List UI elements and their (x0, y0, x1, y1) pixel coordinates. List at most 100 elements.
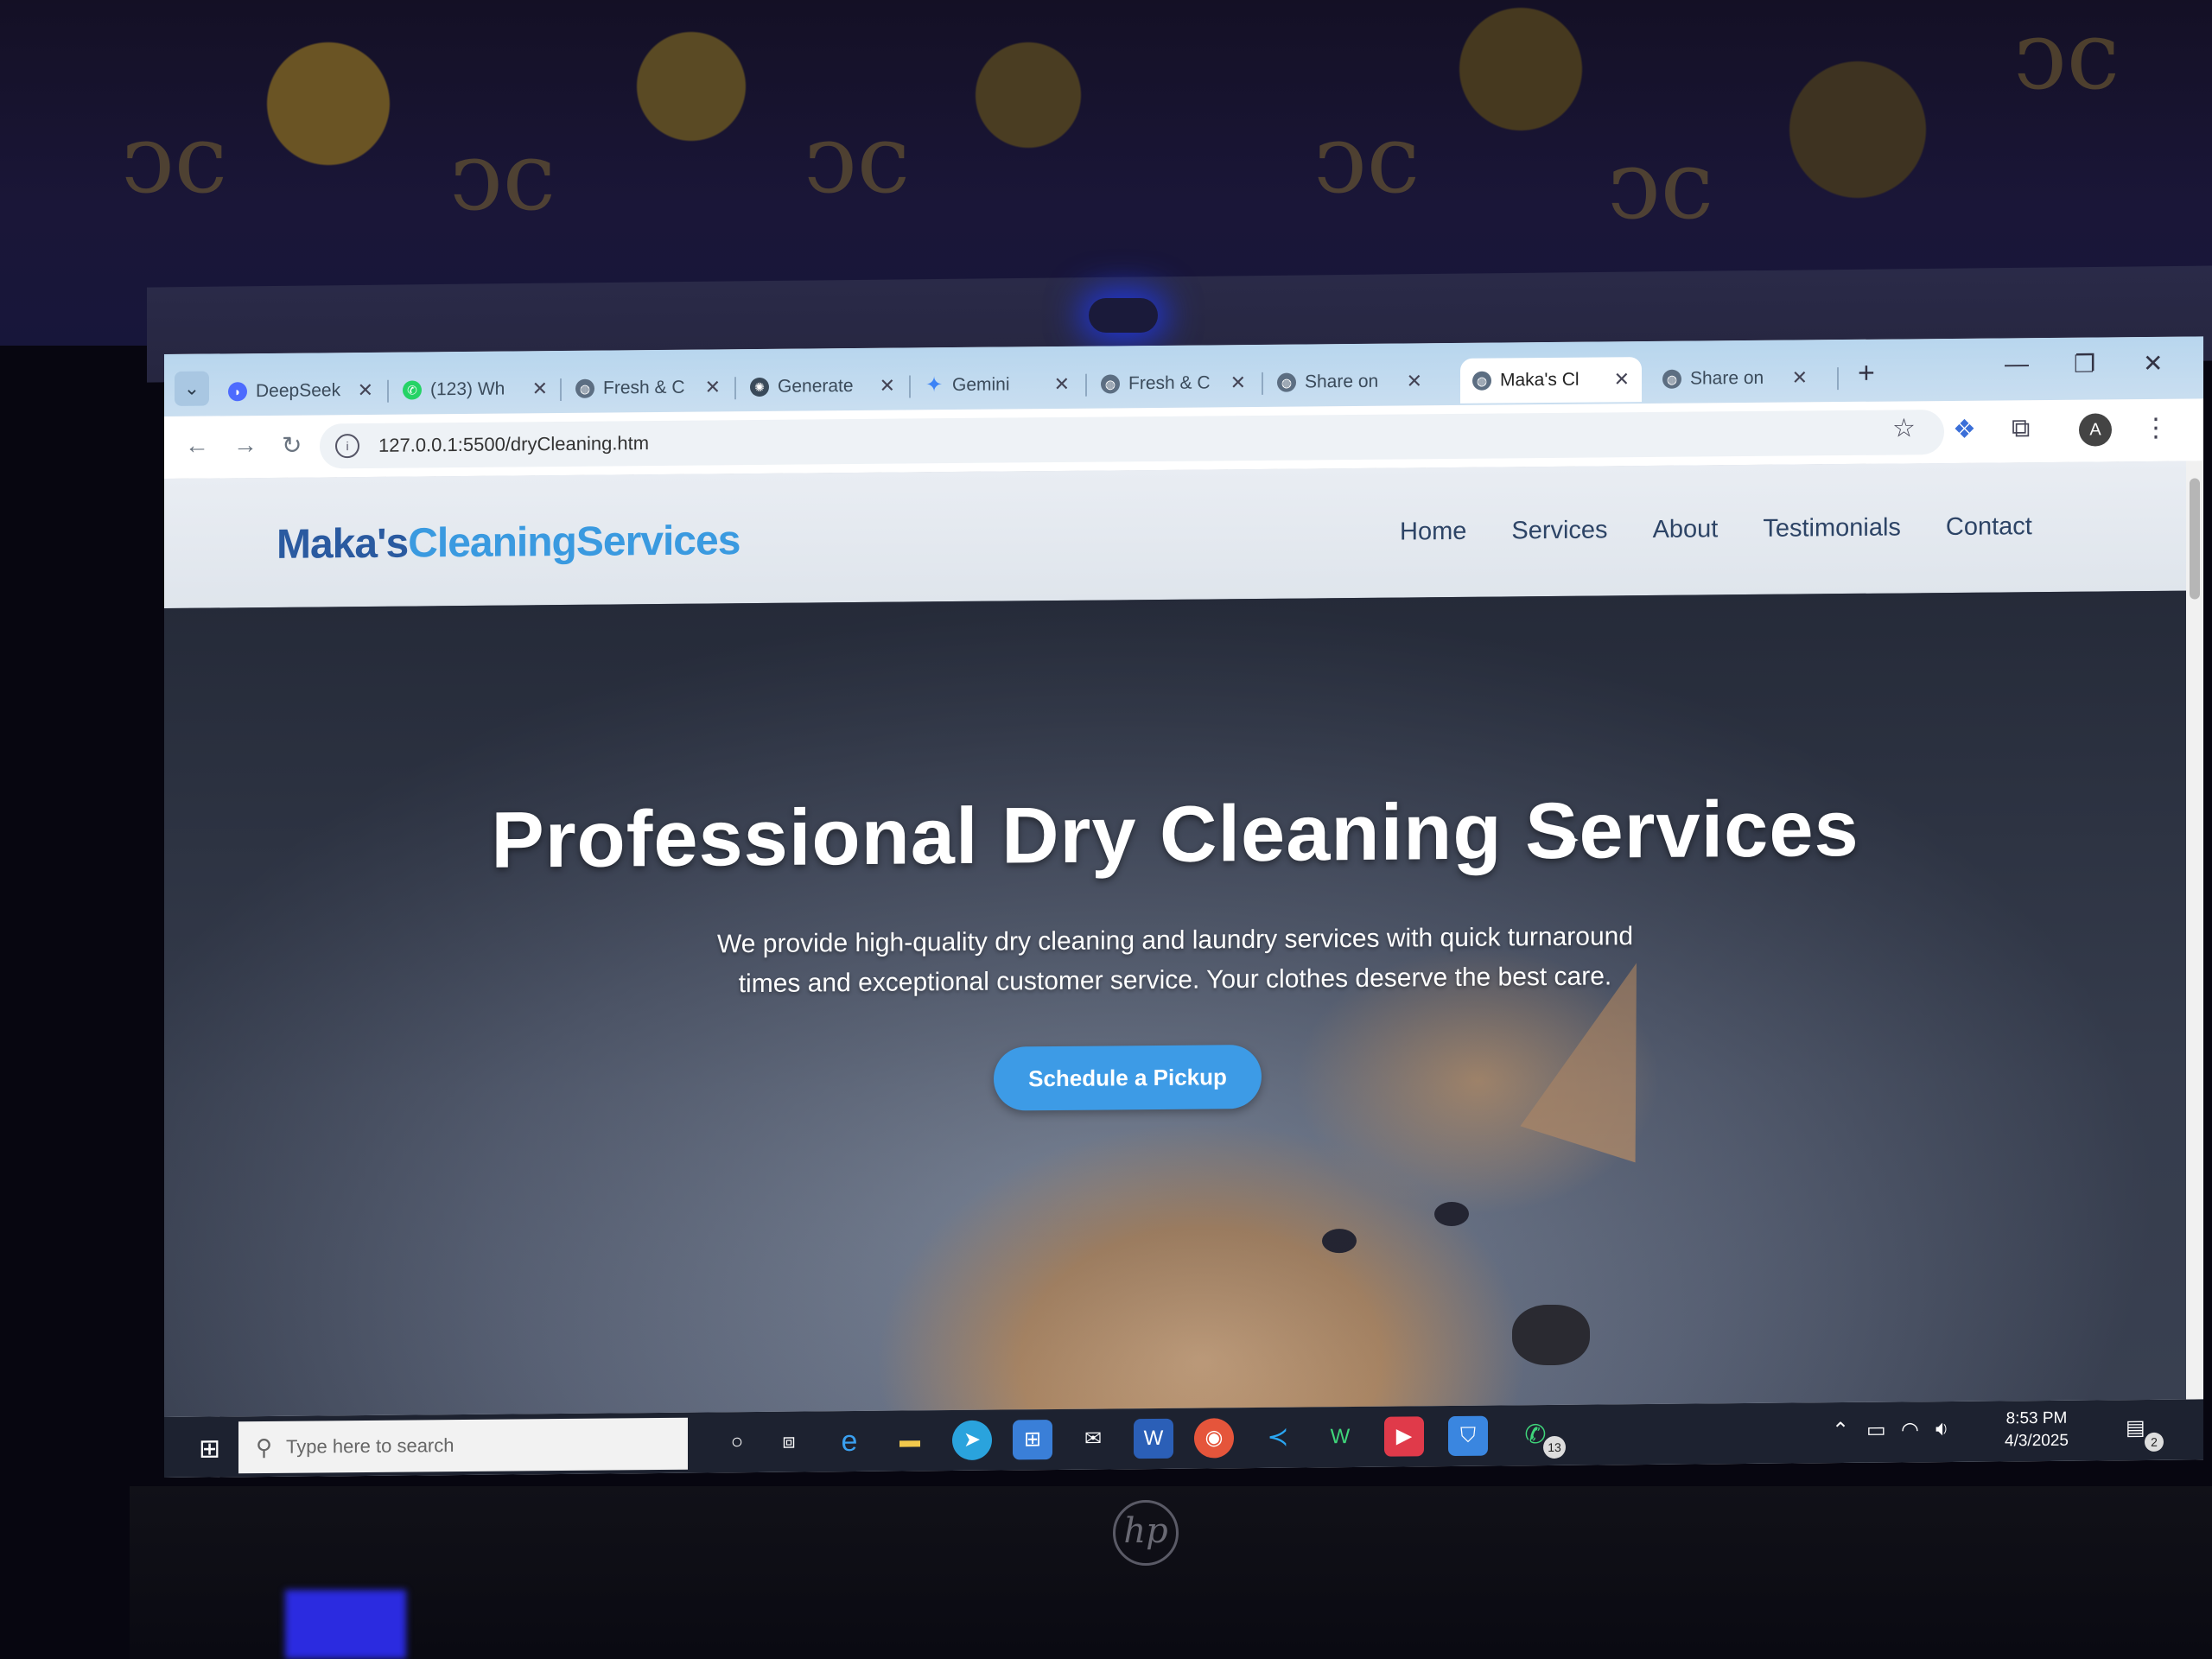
restore-icon[interactable]: ❐ (2074, 349, 2095, 378)
tab-fresh-2[interactable]: ◍ Fresh & C ✕ (1089, 360, 1258, 407)
bookmark-star-icon[interactable]: ☆ (1892, 413, 1916, 443)
new-tab-button[interactable]: + (1858, 357, 1875, 391)
close-icon[interactable]: ✕ (358, 379, 373, 402)
pattern-motif: ↄc (2013, 0, 2120, 111)
logo-part-2: CleaningServices (408, 518, 741, 567)
tab-title: Generate (778, 376, 854, 397)
mail-icon[interactable]: ✉ (1073, 1419, 1113, 1459)
close-icon[interactable]: ✕ (532, 378, 548, 400)
site-header: Maka'sCleaningServices Home Services Abo… (164, 461, 2186, 608)
word-icon[interactable]: W (1134, 1418, 1173, 1459)
tab-whatsapp[interactable]: ✆ (123) Wh ✕ (391, 366, 560, 413)
battery-icon[interactable]: ▭ (1866, 1418, 1886, 1443)
nav-home[interactable]: Home (1400, 518, 1466, 547)
tab-separator (1837, 367, 1839, 391)
tab-separator (909, 375, 911, 398)
url-text: 127.0.0.1:5500/dryCleaning.htm (378, 432, 650, 456)
whatsapp-unread-badge: 13 (1543, 1435, 1566, 1459)
vscode-icon[interactable]: ≺ (1258, 1418, 1298, 1458)
tab-title: (123) Wh (430, 378, 505, 400)
close-icon[interactable]: ✕ (1230, 372, 1246, 394)
openai-icon: ✺ (750, 377, 769, 397)
pattern-motif: ↄc (121, 104, 228, 214)
globe-icon: ◍ (1472, 371, 1491, 391)
tab-separator (734, 377, 736, 400)
cortana-icon[interactable]: ○ (717, 1422, 757, 1462)
page-viewport: Maka'sCleaningServices Home Services Abo… (164, 461, 2186, 1417)
windows-start-icon[interactable]: ⊞ (199, 1433, 220, 1464)
tab-generate[interactable]: ✺ Generate ✕ (738, 363, 907, 410)
youtube-icon[interactable]: ▶ (1384, 1416, 1424, 1457)
chevron-up-icon[interactable]: ⌃ (1832, 1418, 1849, 1443)
pattern-motif: ↄc (1313, 104, 1421, 214)
wps-icon[interactable]: W (1320, 1417, 1360, 1457)
hero-overlay (164, 590, 2186, 1417)
forward-icon[interactable]: → (233, 431, 257, 459)
webcam (1089, 298, 1158, 333)
back-icon[interactable]: ← (185, 432, 209, 460)
tab-gemini[interactable]: ✦ Gemini ✕ (912, 362, 1082, 409)
hp-logo: hp (1113, 1500, 1179, 1566)
store-icon[interactable]: ⊞ (1013, 1420, 1052, 1460)
pattern-motif: ↄc (804, 104, 911, 214)
close-icon[interactable]: ✕ (1614, 368, 1630, 391)
globe-icon: ◍ (1277, 372, 1296, 392)
tab-separator (560, 378, 562, 402)
tab-makas-cleaning[interactable]: ◍ Maka's Cl ✕ (1460, 357, 1642, 404)
reload-icon[interactable]: ↻ (282, 431, 302, 460)
nav-about[interactable]: About (1653, 515, 1719, 544)
system-clock[interactable]: 8:53 PM 4/3/2025 (2005, 1408, 2069, 1453)
site-logo[interactable]: Maka'sCleaningServices (276, 517, 740, 569)
tab-search-dropdown-icon[interactable]: ⌄ (175, 371, 209, 406)
whatsapp-icon: ✆ (403, 380, 422, 400)
chrome-icon[interactable]: ◉ (1194, 1418, 1234, 1459)
address-bar[interactable]: i 127.0.0.1:5500/dryCleaning.htm (320, 410, 1944, 469)
tab-share-1[interactable]: ◍ Share on ✕ (1265, 359, 1434, 405)
nav-testimonials[interactable]: Testimonials (1763, 513, 1901, 543)
nav-services[interactable]: Services (1511, 516, 1607, 545)
page-scrollbar[interactable] (2186, 461, 2203, 1400)
minimize-icon[interactable]: — (2005, 350, 2029, 378)
edge-icon[interactable]: e (830, 1421, 869, 1461)
tab-fresh-1[interactable]: ◍ Fresh & C ✕ (563, 365, 733, 411)
scrollbar-thumb[interactable] (2190, 478, 2200, 600)
close-icon[interactable]: ✕ (1407, 370, 1422, 392)
close-icon[interactable]: ✕ (705, 376, 721, 398)
tab-separator (1085, 373, 1087, 397)
window-close-icon[interactable]: ✕ (2143, 349, 2163, 378)
tab-title: Share on (1690, 367, 1764, 389)
close-icon[interactable]: ✕ (880, 375, 895, 397)
globe-icon: ◍ (575, 378, 594, 398)
tab-separator (387, 379, 389, 403)
tab-share-2[interactable]: ◍ Share on ✕ (1650, 355, 1820, 402)
schedule-pickup-button[interactable]: Schedule a Pickup (994, 1044, 1262, 1111)
profile-avatar[interactable]: A (2079, 413, 2112, 447)
search-icon: ⚲ (256, 1433, 273, 1460)
telegram-icon[interactable]: ➤ (952, 1420, 992, 1461)
laptop-screen: ⌄ ◗ DeepSeek ✕ ✆ (123) Wh ✕ ◍ Fresh & C … (164, 336, 2203, 1478)
taskbar-search-placeholder: Type here to search (286, 1434, 454, 1458)
task-view-icon[interactable]: ⧈ (769, 1421, 809, 1461)
extensions-icon[interactable]: ⧉ (2012, 414, 2030, 443)
clock-date: 4/3/2025 (2005, 1431, 2069, 1451)
site-info-icon[interactable]: i (335, 434, 359, 459)
wifi-icon[interactable]: ◠ (1901, 1417, 1919, 1442)
tab-deepseek[interactable]: ◗ DeepSeek ✕ (216, 368, 385, 415)
taskbar-search-box[interactable]: ⚲ Type here to search (238, 1417, 688, 1474)
tab-title: DeepSeek (256, 380, 341, 402)
nav-contact[interactable]: Contact (1946, 512, 2032, 542)
mouse-cursor-icon: ➤ (1555, 823, 1580, 856)
close-icon[interactable]: ✕ (1792, 366, 1808, 389)
menu-kebab-icon[interactable]: ⋮ (2143, 413, 2169, 443)
file-explorer-icon[interactable]: ▬ (890, 1421, 930, 1460)
notification-count-badge: 2 (2145, 1432, 2164, 1452)
shield-icon[interactable]: ⛉ (1448, 1415, 1488, 1457)
volume-icon[interactable]: 🔉︎ (1936, 1417, 1948, 1441)
pattern-motif: ↄc (1607, 130, 1714, 240)
notification-center-icon[interactable]: ▤ (2126, 1415, 2145, 1440)
hero-description: We provide high-quality dry cleaning and… (716, 922, 1634, 999)
close-icon[interactable]: ✕ (1054, 373, 1070, 396)
logo-part-1: Maka's (276, 520, 409, 568)
hero-section: Professional Dry Cleaning Services We pr… (164, 590, 2186, 1417)
copilot-icon[interactable]: ❖ (1953, 415, 1976, 445)
